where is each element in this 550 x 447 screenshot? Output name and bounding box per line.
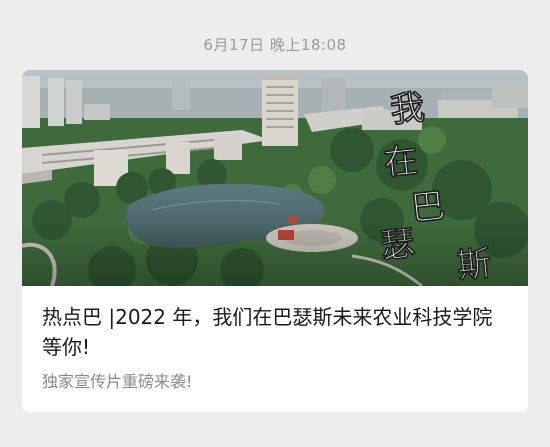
article-card[interactable]: 我 在 巴 瑟 斯 热点巴 |2022 年，我们在巴瑟斯未来农业科技学院等你! …: [22, 70, 528, 412]
article-title[interactable]: 热点巴 |2022 年，我们在巴瑟斯未来农业科技学院等你!: [42, 302, 512, 362]
campus-aerial-photo: 我 在 巴 瑟 斯: [22, 70, 528, 286]
message-timestamp: 6月17日 晚上18:08: [203, 36, 347, 54]
article-summary: 独家宣传片重磅来袭!: [42, 372, 193, 391]
article-cover-image[interactable]: 我 在 巴 瑟 斯: [22, 70, 528, 286]
